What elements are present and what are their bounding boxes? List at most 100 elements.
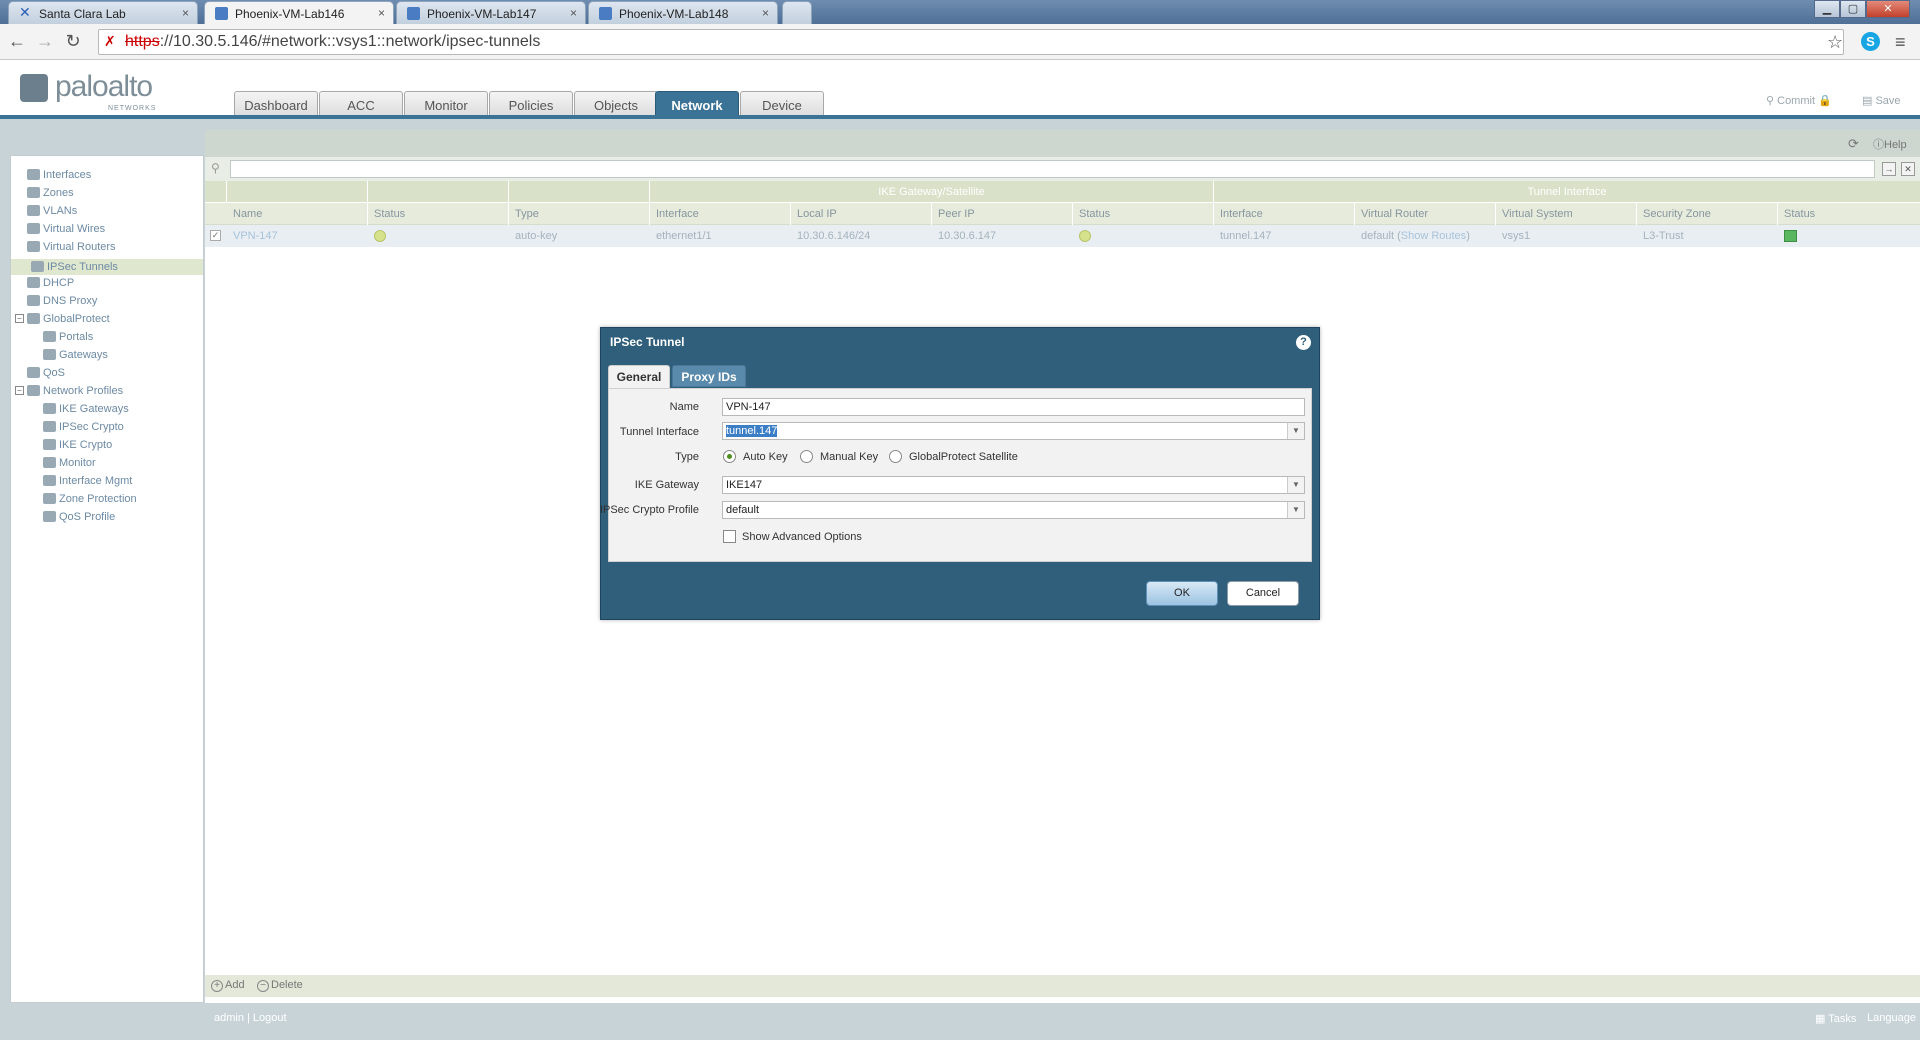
save-button[interactable]: ▤ Save [1862,94,1901,107]
column-tunnel-status[interactable]: Status [1778,203,1920,225]
sidebar-item-portals[interactable]: Portals [43,331,93,343]
sidebar-item-ipsec-tunnels[interactable]: IPSec Tunnels [11,259,203,275]
column-peer-ip[interactable]: Peer IP [932,203,1073,225]
column-interface[interactable]: Interface [650,203,791,225]
bookmark-star-icon[interactable]: ☆ [1827,32,1843,53]
tab-acc[interactable]: ACC [319,91,403,117]
browser-tab-lab146[interactable]: Phoenix-VM-Lab146 × [204,1,394,25]
dialog-help-icon[interactable]: ? [1296,335,1311,350]
sidebar-item-zones[interactable]: Zones [27,187,74,199]
tab-network[interactable]: Network [655,91,739,117]
row-checkbox[interactable]: ✓ [210,230,221,241]
refresh-icon[interactable]: ⟳ [1848,136,1859,152]
menu-icon[interactable]: ≡ [1895,32,1906,53]
tab-general[interactable]: General [608,365,670,388]
reload-icon[interactable]: ↻ [62,31,84,52]
sidebar-item-network-profiles[interactable]: − Network Profiles [15,385,123,397]
window-close-icon[interactable]: ✕ [1866,0,1910,18]
column-virtual-system[interactable]: Virtual System [1496,203,1637,225]
sidebar-item-qos-profile[interactable]: QoS Profile [43,511,115,523]
cell-name-link[interactable]: VPN-147 [227,225,278,247]
show-routes-link[interactable]: Show Routes [1401,230,1466,242]
tab-device[interactable]: Device [740,91,824,117]
crypto-profile-select[interactable]: default ▼ [722,501,1305,519]
sidebar-item-monitor[interactable]: Monitor [43,457,96,469]
language-link[interactable]: Language [1867,1012,1916,1024]
tab-objects[interactable]: Objects [574,91,658,117]
apply-filter-icon[interactable]: → [1882,162,1896,176]
sidebar-item-vlans[interactable]: VLANs [27,205,77,217]
type-globalprotect-label[interactable]: GlobalProtect Satellite [909,451,1018,463]
delete-button[interactable]: − Delete [257,979,303,992]
filter-input[interactable] [230,160,1875,178]
column-local-ip[interactable]: Local IP [791,203,932,225]
chevron-down-icon[interactable]: ▼ [1287,423,1304,439]
column-tunnel-interface[interactable]: Interface [1214,203,1355,225]
column-name[interactable]: Name [227,203,368,225]
sidebar-item-ipsec-crypto[interactable]: IPSec Crypto [43,421,124,433]
show-advanced-label[interactable]: Show Advanced Options [742,531,862,543]
zones-icon [27,187,40,198]
show-advanced-checkbox[interactable] [723,530,736,543]
collapse-icon[interactable]: − [15,386,24,395]
commit-icon: ⚲ [1766,95,1778,107]
sidebar-item-ike-gateways[interactable]: IKE Gateways [43,403,129,415]
sidebar-item-interface-mgmt[interactable]: Interface Mgmt [43,475,132,487]
name-field[interactable]: VPN-147 [722,398,1305,416]
ok-button[interactable]: OK [1146,581,1218,606]
tab-proxy-ids[interactable]: Proxy IDs [672,365,746,387]
gateways-icon [43,349,56,360]
close-tab-icon[interactable]: × [378,6,385,20]
collapse-icon[interactable]: − [15,314,24,323]
type-auto-key-label[interactable]: Auto Key [743,451,788,463]
sidebar-item-ike-crypto[interactable]: IKE Crypto [43,439,112,451]
cancel-button[interactable]: Cancel [1227,581,1299,606]
sidebar-item-globalprotect[interactable]: − GlobalProtect [15,313,110,325]
sidebar-item-dns-proxy[interactable]: DNS Proxy [27,295,97,307]
sidebar-item-interfaces[interactable]: Interfaces [27,169,91,181]
minimize-icon[interactable]: ▁ [1814,0,1840,18]
sidebar-item-gateways[interactable]: Gateways [43,349,108,361]
ike-gateway-select[interactable]: IKE147 ▼ [722,476,1305,494]
sidebar-item-virtual-wires[interactable]: Virtual Wires [27,223,105,235]
sidebar-item-qos[interactable]: QoS [27,367,65,379]
type-manual-key-label[interactable]: Manual Key [820,451,878,463]
type-auto-key-radio[interactable] [723,450,736,463]
sidebar-item-zone-protection[interactable]: Zone Protection [43,493,137,505]
column-type[interactable]: Type [509,203,650,225]
browser-tab-lab148[interactable]: Phoenix-VM-Lab148 × [588,1,778,24]
logout-link[interactable]: | Logout [247,1012,287,1024]
browser-tab-lab147[interactable]: Phoenix-VM-Lab147 × [396,1,586,24]
tab-dashboard[interactable]: Dashboard [234,91,318,117]
close-tab-icon[interactable]: × [762,6,769,20]
type-globalprotect-radio[interactable] [889,450,902,463]
column-security-zone[interactable]: Security Zone [1637,203,1778,225]
column-virtual-router[interactable]: Virtual Router [1355,203,1496,225]
skype-extension-icon[interactable]: S [1861,32,1880,51]
browser-tab-santa-clara[interactable]: ✕ Santa Clara Lab × [8,1,198,24]
close-tab-icon[interactable]: × [182,6,189,20]
table-row[interactable]: ✓ VPN-147 auto-key ethernet1/1 10.30.6.1… [205,225,1920,247]
maximize-icon[interactable]: ▢ [1840,0,1866,18]
help-link[interactable]: ⓘHelp [1873,136,1907,152]
sidebar-item-virtual-routers[interactable]: Virtual Routers [27,241,116,253]
column-ike-status[interactable]: Status [1073,203,1214,225]
tunnel-interface-select[interactable]: tunnel.147 ▼ [722,422,1305,440]
sidebar-item-dhcp[interactable]: DHCP [27,277,74,289]
tasks-link[interactable]: ▦ Tasks [1815,1012,1856,1025]
forward-icon[interactable]: → [34,31,56,52]
back-icon[interactable]: ← [6,31,28,52]
browser-tab-title: Phoenix-VM-Lab148 [619,7,729,21]
close-tab-icon[interactable]: × [570,6,577,20]
new-tab-button[interactable] [782,1,812,24]
tab-policies[interactable]: Policies [489,91,573,117]
url-input[interactable]: ✗ https://10.30.5.146/#network::vsys1::n… [98,29,1844,55]
commit-button[interactable]: ⚲ Commit 🔒 [1766,94,1832,107]
column-status[interactable]: Status [368,203,509,225]
chevron-down-icon[interactable]: ▼ [1287,477,1304,493]
add-button[interactable]: + Add [211,979,245,992]
clear-filter-icon[interactable]: ✕ [1901,162,1915,176]
chevron-down-icon[interactable]: ▼ [1287,502,1304,518]
type-manual-key-radio[interactable] [800,450,813,463]
tab-monitor[interactable]: Monitor [404,91,488,117]
